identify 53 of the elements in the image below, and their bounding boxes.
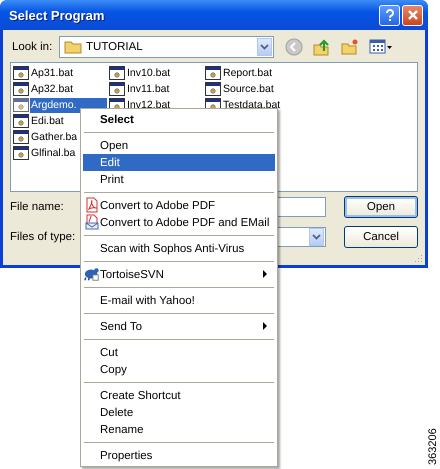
look-in-label: Look in:: [12, 41, 54, 53]
menu-item[interactable]: Create Shortcut: [83, 387, 275, 404]
menu-item[interactable]: Edit: [83, 154, 275, 171]
batch-file-icon: [13, 98, 29, 112]
help-icon[interactable]: [379, 4, 400, 26]
file-name-label: File name:: [10, 201, 64, 213]
back-icon[interactable]: [285, 38, 303, 56]
batch-file-icon: [13, 114, 29, 128]
file-item[interactable]: Inv10.bat: [126, 66, 172, 80]
menu-item[interactable]: Copy: [83, 361, 275, 378]
menu-item[interactable]: Send To: [83, 318, 275, 335]
new-folder-icon[interactable]: [341, 38, 359, 56]
file-item[interactable]: Inv11.bat: [126, 82, 170, 96]
menu-item[interactable]: TortoiseSVN: [83, 266, 275, 283]
file-item[interactable]: Source.bat: [222, 82, 275, 96]
batch-file-icon: [205, 82, 221, 96]
menu-item[interactable]: Scan with Sophos Anti-Virus: [83, 240, 275, 257]
file-item[interactable]: Ap32.bat: [30, 82, 74, 96]
batch-file-icon: [13, 82, 29, 96]
menu-item[interactable]: Select: [83, 111, 275, 128]
file-item[interactable]: Argdemo.: [30, 98, 107, 112]
batch-file-icon: [109, 66, 125, 80]
menu-item[interactable]: Open: [83, 137, 275, 154]
menu-item[interactable]: Cut: [83, 344, 275, 361]
look-in-dropdown[interactable]: TUTORIAL: [59, 36, 274, 58]
figure-number: 363206: [427, 428, 439, 465]
dialog-button[interactable]: Cancel: [344, 226, 418, 248]
batch-file-icon: [13, 66, 29, 80]
folder-icon: [64, 40, 82, 54]
menu-item[interactable]: Delete: [83, 404, 275, 421]
close-icon[interactable]: [402, 4, 423, 26]
menu-item[interactable]: Convert to Adobe PDF and EMail: [83, 214, 275, 231]
file-item[interactable]: Report.bat: [222, 66, 274, 80]
file-item[interactable]: Edi.bat: [30, 114, 65, 128]
up-folder-icon[interactable]: [313, 38, 331, 56]
view-menu-icon[interactable]: [369, 39, 393, 55]
menu-item[interactable]: E-mail with Yahoo!: [83, 292, 275, 309]
menu-item[interactable]: Properties: [83, 447, 275, 464]
batch-file-icon: [13, 146, 29, 160]
file-item[interactable]: Gather.ba: [30, 130, 78, 144]
batch-file-icon: [13, 130, 29, 144]
files-of-type-label: Files of type:: [10, 231, 76, 243]
file-item[interactable]: Testdata.bat: [222, 98, 282, 112]
file-item[interactable]: Glfinal.ba: [30, 146, 76, 160]
menu-item[interactable]: Rename: [83, 421, 275, 438]
dialog-button[interactable]: Open: [344, 196, 418, 218]
file-item[interactable]: Ap31.bat: [30, 66, 74, 80]
menu-item[interactable]: Convert to Adobe PDF: [83, 197, 275, 214]
batch-file-icon: [205, 66, 221, 80]
resize-grip-icon[interactable]: [413, 253, 423, 263]
menu-item[interactable]: Print: [83, 171, 275, 188]
batch-file-icon: [109, 82, 125, 96]
window-title: Select Program: [9, 8, 106, 22]
